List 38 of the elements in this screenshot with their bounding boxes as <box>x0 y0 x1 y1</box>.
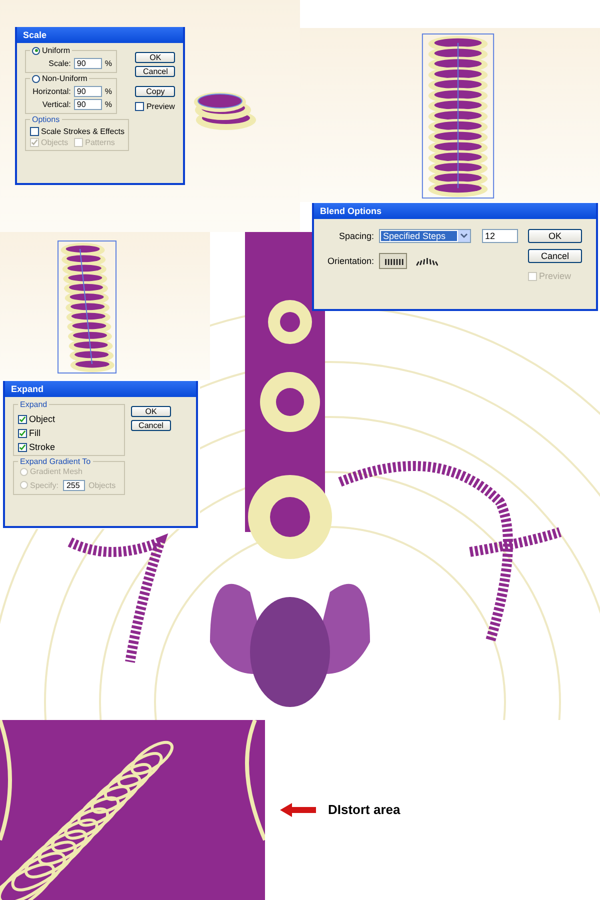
dialog-button[interactable]: OK <box>131 406 171 417</box>
checkbox-option[interactable]: Scale Strokes & Effects <box>30 127 124 136</box>
unit-label: % <box>104 100 112 109</box>
align-to-page-icon[interactable] <box>379 253 407 269</box>
field-label: Vertical: <box>42 100 71 109</box>
checkbox-option[interactable]: Fill <box>18 428 120 438</box>
input-field[interactable]: 90 <box>74 99 102 110</box>
checkmark-icon <box>31 139 38 146</box>
checkbox-option[interactable]: Object <box>18 414 120 424</box>
steps-field[interactable]: 12 <box>482 229 518 243</box>
radio-option[interactable]: Non-Uniform <box>30 74 90 83</box>
dialog-button[interactable]: OK <box>528 229 582 243</box>
dialog-button[interactable]: Cancel <box>135 66 176 77</box>
field-label: Orientation: <box>326 256 374 266</box>
checkbox-option[interactable]: Stroke <box>18 442 120 452</box>
field-label: Spacing: <box>338 231 374 241</box>
field-label: Scale: <box>48 59 71 68</box>
radio-option[interactable]: Uniform <box>30 46 72 55</box>
dialog-button[interactable]: Cancel <box>131 420 171 431</box>
dialog-button[interactable]: Copy <box>135 86 176 97</box>
dialog-button[interactable]: OK <box>135 52 176 63</box>
spacing-dropdown[interactable]: Specified Steps <box>379 229 471 243</box>
unit-label: % <box>104 59 112 68</box>
dialog-title: Expand <box>5 381 196 397</box>
group-title: Options <box>31 115 61 124</box>
unit-label: Objects <box>88 480 116 490</box>
arrow-icon <box>280 802 316 816</box>
group-title: Expand Gradient To <box>19 457 92 466</box>
input-field[interactable]: 90 <box>74 86 102 97</box>
dialog-button[interactable]: Cancel <box>528 249 582 263</box>
preview-checkbox[interactable]: Preview <box>135 102 176 111</box>
dialog-title: Blend Options <box>314 203 596 219</box>
callout-label: DIstort area <box>328 802 400 817</box>
dialog-title: Scale <box>17 27 183 43</box>
field-label: Horizontal: <box>32 87 71 96</box>
input-field[interactable]: 90 <box>74 58 102 69</box>
unit-label: % <box>104 87 112 96</box>
group-title: Expand <box>19 400 48 409</box>
